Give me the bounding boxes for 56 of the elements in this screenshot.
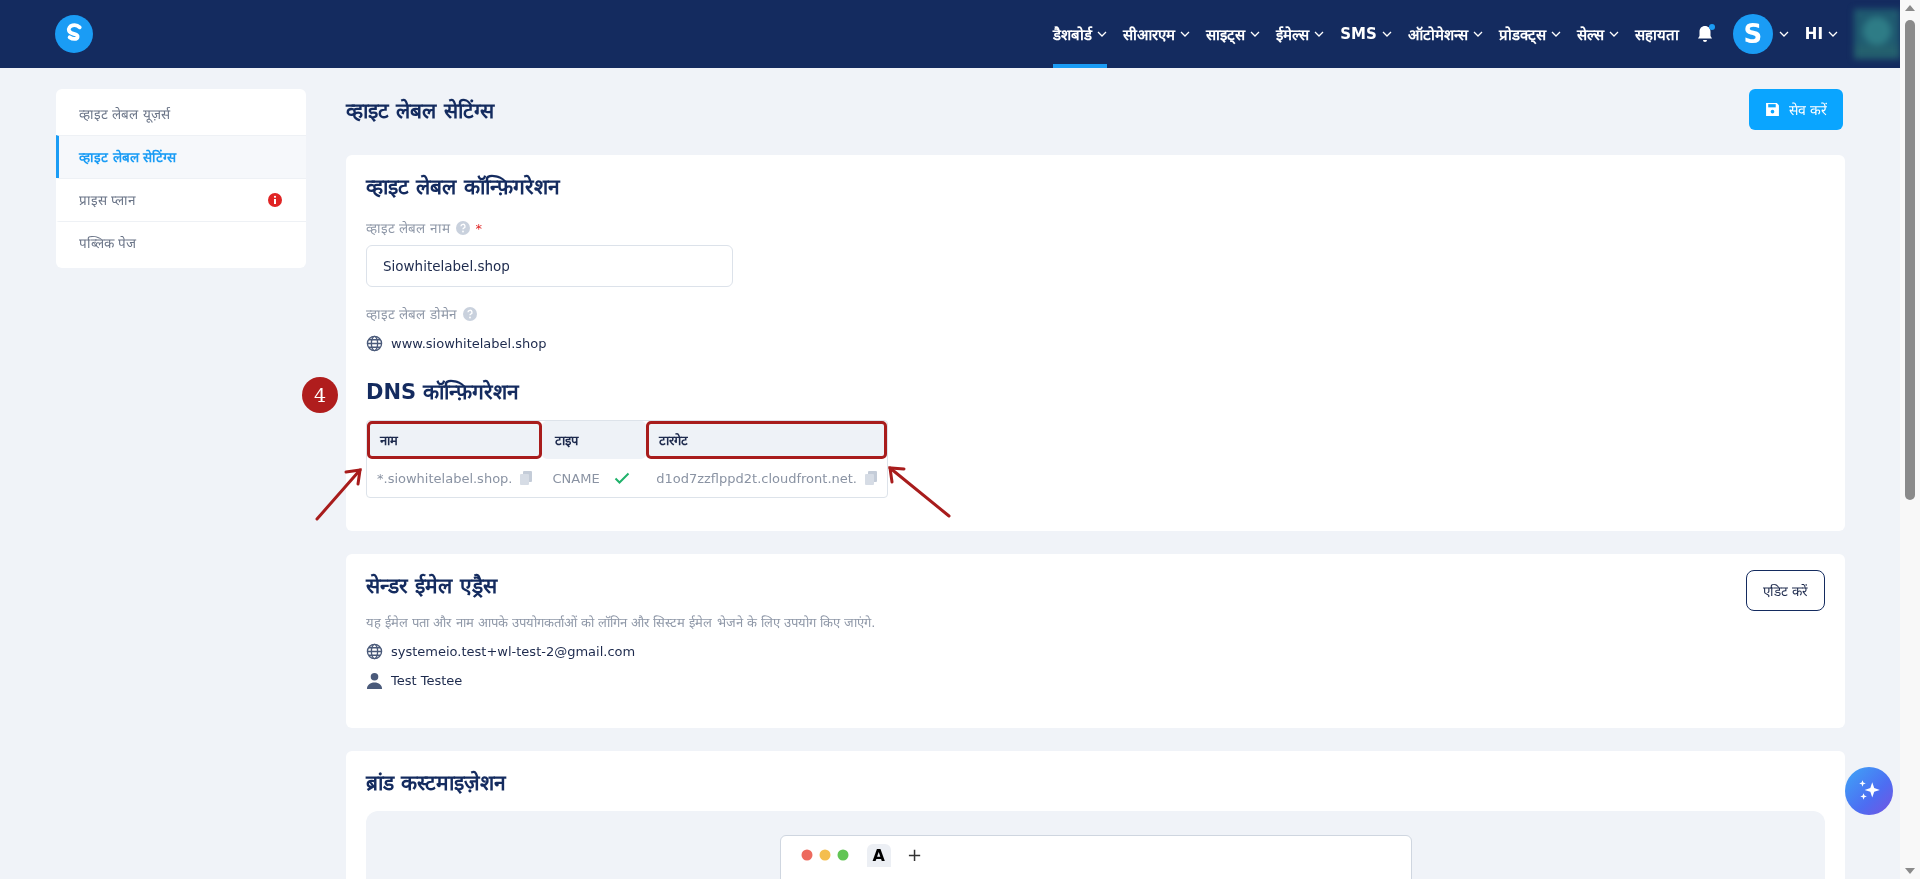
caret-icon (1550, 31, 1561, 37)
scroll-up-icon[interactable] (1904, 4, 1916, 12)
sender-name: Test Testee (391, 673, 463, 688)
window-dots-icon (800, 849, 851, 861)
logo-icon[interactable] (55, 15, 93, 53)
caret-icon (1778, 31, 1789, 37)
name-input-field[interactable]: Siowhitelabel.shop (366, 245, 733, 287)
nav-menu-item[interactable]: साइट्स (1206, 0, 1261, 68)
caret-icon (1381, 31, 1392, 37)
globe-icon (366, 643, 383, 660)
column-header: टाइप (542, 421, 647, 459)
table-cell: CNAME (552, 470, 600, 486)
ai-assistant-button[interactable] (1845, 767, 1893, 815)
column-header: नाम (367, 421, 543, 459)
section-title: व्हाइट लेबल कॉन्फ़िगरेशन (366, 173, 562, 201)
step-number-badge: 4 (302, 377, 338, 413)
table-cell: *.siowhitelabel.shop. (377, 470, 513, 486)
caret-icon (1250, 31, 1261, 37)
field-label: व्हाइट लेबल नाम (366, 219, 450, 237)
section-title: ब्रांड कस्टमाइज़ेशन (366, 769, 508, 797)
sidebar-item[interactable]: पब्लिक पेज (56, 221, 306, 264)
caret-icon (1180, 31, 1191, 37)
annotation-arrow (886, 464, 952, 520)
sender-email: systemeio.test+wl-test-2@gmail.com (391, 644, 636, 659)
domain-value: www.siowhitelabel.shop (391, 336, 547, 351)
edit-button[interactable]: एडिट करें (1745, 570, 1825, 611)
column-header: टारगेट (646, 421, 887, 459)
scrollbar[interactable] (1900, 0, 1920, 879)
section-description: यह ईमेल पता और नाम आपके उपयोगकर्ताओं को लॉगिन और सिस्टम ईमेल भेजने के लिए उपयोग किए जाएंगे. (366, 614, 877, 631)
nav-menu-item[interactable]: ईमेल्स (1276, 0, 1325, 68)
globe-icon (366, 335, 383, 352)
nav-menu-item[interactable]: सेल्स (1576, 0, 1619, 68)
caret-icon (1472, 31, 1483, 37)
required-mark: * (475, 220, 483, 236)
nav-menu-item[interactable]: सीआरएम (1123, 0, 1191, 68)
user-menu[interactable]: HI (1804, 0, 1838, 68)
section-title: DNS कॉन्फ़िगरेशन (366, 378, 521, 406)
sidebar-item[interactable]: व्हाइट लेबल यूज़र्स (56, 93, 306, 135)
table-cell: d1od7zzflppd2t.cloudfront.net. (656, 470, 857, 486)
help-link[interactable]: सहायता (1634, 0, 1679, 68)
annotation-arrow (314, 466, 364, 522)
nav-menu-item[interactable]: प्रोडक्ट्स (1498, 0, 1561, 68)
nav-menu-item[interactable]: ऑटोमेशन्स (1407, 0, 1483, 68)
field-label: व्हाइट लेबल डोमेन (366, 305, 457, 323)
page-title: व्हाइट लेबल सेटिंग्स (346, 97, 494, 124)
caret-icon (1828, 31, 1838, 37)
caret-icon (1608, 31, 1619, 37)
nav-menu-item[interactable]: SMS (1340, 0, 1392, 68)
sidebar-item[interactable]: प्राइस प्लान (56, 178, 306, 221)
scroll-down-icon[interactable] (1904, 867, 1916, 875)
section-title: सेन्डर ईमेल एड्रैस (366, 572, 497, 600)
user-icon (366, 672, 383, 689)
caret-icon (1314, 31, 1325, 37)
nav-menu-item[interactable]: डैशबोर्ड (1053, 0, 1108, 68)
new-tab-plus: + (906, 844, 922, 865)
caret-icon (1097, 31, 1108, 37)
